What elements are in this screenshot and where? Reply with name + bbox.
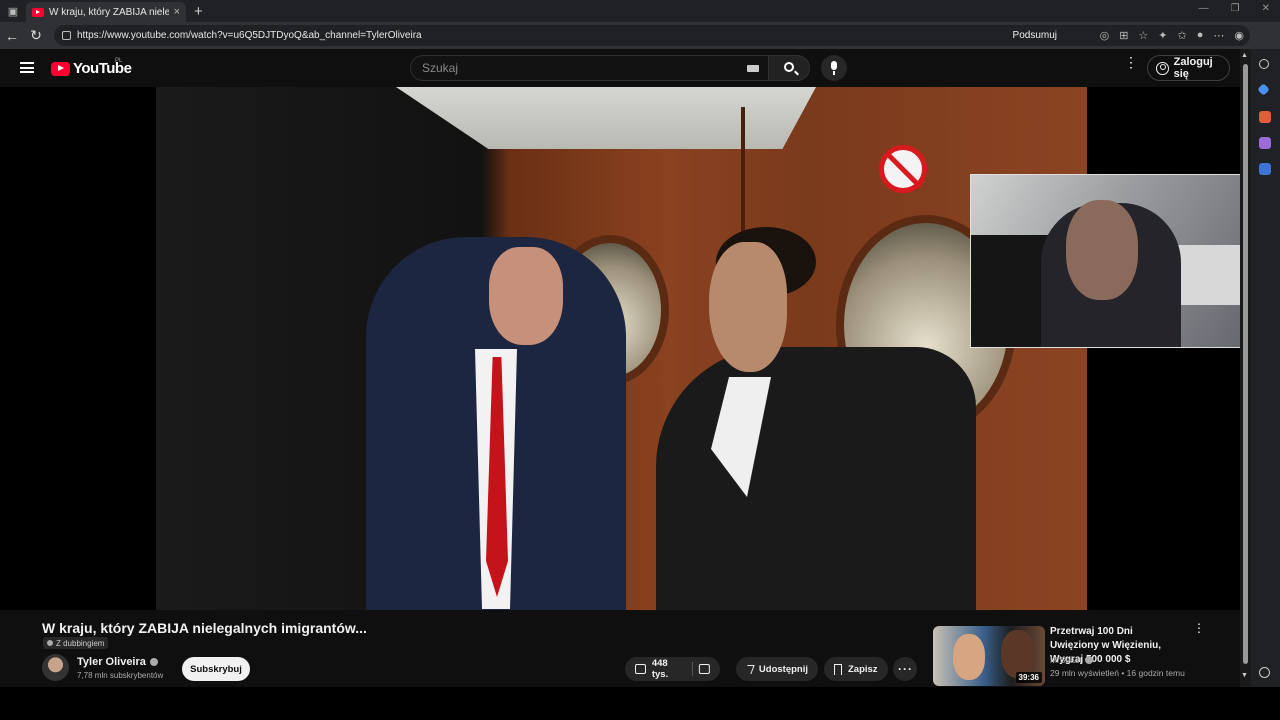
save-button[interactable]: Zapisz [824, 657, 888, 681]
youtube-favicon-icon [32, 7, 44, 17]
face [489, 247, 563, 345]
search-input[interactable]: Szukaj [410, 55, 770, 81]
copilot-icon[interactable]: ◎ [1100, 29, 1110, 42]
recommended-meta: 29 mln wyświetleń • 16 godzin temu [1050, 668, 1185, 678]
voice-search-button[interactable] [821, 55, 847, 81]
hamburger-menu-icon[interactable] [20, 62, 34, 73]
browser-tab[interactable]: W kraju, który ZABIJA nielegalnych × [26, 2, 186, 22]
recommended-thumbnail[interactable]: 39:36 [933, 626, 1045, 686]
profile-icon[interactable]: ● [1197, 29, 1204, 42]
save-label: Zapisz [848, 663, 878, 675]
dislike-icon[interactable] [699, 664, 711, 674]
url-field[interactable]: https://www.youtube.com/watch?v=u6Q5DJTD… [54, 25, 1250, 46]
share-button[interactable]: Udostępnij [736, 657, 818, 681]
channel-name[interactable]: Tyler Oliveira [77, 656, 158, 668]
divider [692, 662, 694, 676]
close-window-icon[interactable]: ✕ [1262, 3, 1270, 14]
search-placeholder: Szukaj [422, 61, 459, 75]
youtube-logo-text: YouTube [73, 60, 132, 77]
edge-sidebar [1251, 49, 1280, 687]
keyboard-icon[interactable] [747, 65, 759, 72]
like-dislike-group: 448 tys. [625, 657, 720, 681]
thumbnail-face [1001, 630, 1035, 678]
video-player[interactable] [3, 87, 1240, 610]
streamer-head [1066, 200, 1138, 300]
tab-title: W kraju, który ZABIJA nielegalnych [49, 6, 169, 18]
tab-close-icon[interactable]: × [174, 6, 180, 18]
extensions-icon[interactable]: ✦ [1158, 29, 1167, 42]
recommended-channel[interactable]: MrBeast [1050, 655, 1093, 665]
subscriber-count: 7,78 mln subskrybentów [77, 671, 164, 680]
video-title: W kraju, który ZABIJA nielegalnych imigr… [42, 620, 367, 636]
address-bar-row: ← ↻ https://www.youtube.com/watch?v=u6Q5… [0, 22, 1280, 49]
dub-badge: Z dubbingiem [43, 637, 109, 649]
taskbar-area [0, 687, 1280, 720]
share-label: Udostępnij [758, 663, 808, 675]
youtube-play-icon [51, 61, 70, 76]
search-icon[interactable] [1259, 59, 1269, 69]
video-duration: 39:36 [1015, 672, 1042, 683]
settings-gear-icon[interactable] [1259, 667, 1270, 678]
face [709, 242, 787, 372]
browser-tab-bar: ▣ W kraju, który ZABIJA nielegalnych × +… [0, 0, 1280, 22]
scroll-down-icon[interactable]: ▼ [1241, 672, 1248, 679]
user-icon [1156, 61, 1169, 75]
dub-label: Z dubbingiem [56, 638, 105, 648]
games-icon[interactable] [1259, 137, 1271, 149]
video-info: W kraju, który ZABIJA nielegalnych imigr… [0, 610, 1243, 687]
channel-name-text: Tyler Oliveira [77, 656, 146, 668]
share-icon [744, 664, 755, 674]
minimize-icon[interactable]: — [1199, 3, 1209, 14]
signin-label: Zaloguj się [1173, 56, 1213, 80]
subscribe-button[interactable]: Subskrybuj [182, 657, 250, 681]
summarize-button[interactable]: Podsumuj [1013, 30, 1057, 41]
url-text: https://www.youtube.com/watch?v=u6Q5DJTD… [77, 30, 422, 41]
new-tab-button[interactable]: + [194, 3, 203, 20]
signin-button[interactable]: Zaloguj się [1147, 55, 1230, 81]
window-controls: — ❐ ✕ [1199, 3, 1270, 14]
recommended-channel-name: MrBeast [1050, 655, 1082, 665]
no-food-sign [879, 145, 927, 193]
like-icon[interactable] [635, 664, 646, 674]
recommended-more-icon[interactable]: ⋮ [1193, 622, 1205, 634]
search-icon [784, 62, 794, 72]
more-actions-button[interactable]: ··· [893, 657, 917, 681]
restore-icon[interactable]: ❐ [1231, 3, 1240, 14]
youtube-header: YouTube PL Szukaj ⋮ Zaloguj się [0, 49, 1243, 87]
country-code: PL [115, 58, 123, 64]
scroll-up-icon[interactable]: ▲ [1241, 52, 1248, 59]
ceiling [396, 87, 816, 149]
outlook-icon[interactable] [1259, 163, 1271, 175]
edge-copilot-icon[interactable]: ◉ [1234, 29, 1244, 42]
scroll-thumb[interactable] [1243, 64, 1248, 664]
facecam-overlay [970, 174, 1280, 348]
page-scrollbar[interactable]: ▲ ▼ [1240, 49, 1251, 687]
dub-icon [47, 640, 53, 646]
favorites-icon[interactable]: ✩ [1178, 29, 1187, 42]
channel-avatar[interactable] [42, 654, 69, 681]
menu-icon[interactable]: ⋯ [1213, 29, 1224, 42]
settings-more-icon[interactable]: ⋮ [1124, 55, 1138, 69]
video-frame [156, 87, 1087, 610]
thumbnail-face [953, 634, 985, 680]
search-button[interactable] [768, 55, 810, 81]
tab-actions-icon[interactable]: ▣ [0, 0, 26, 22]
favorite-star-icon[interactable]: ☆ [1138, 29, 1148, 42]
toolbar-icons: ◎ ⊞ ☆ ✦ ✩ ● ⋯ ◉ [1100, 29, 1244, 42]
tag-icon[interactable] [1257, 83, 1270, 96]
like-count[interactable]: 448 tys. [652, 658, 686, 680]
person-right [656, 347, 976, 610]
verified-icon [1084, 656, 1093, 664]
refresh-icon[interactable]: ↻ [24, 27, 48, 44]
back-icon[interactable]: ← [0, 28, 24, 44]
lock-icon [62, 31, 71, 40]
verified-icon [149, 658, 158, 666]
more-icon: ··· [898, 662, 913, 676]
app-icon[interactable]: ⊞ [1119, 29, 1128, 42]
briefcase-icon[interactable] [1259, 111, 1271, 123]
save-icon [834, 663, 842, 675]
